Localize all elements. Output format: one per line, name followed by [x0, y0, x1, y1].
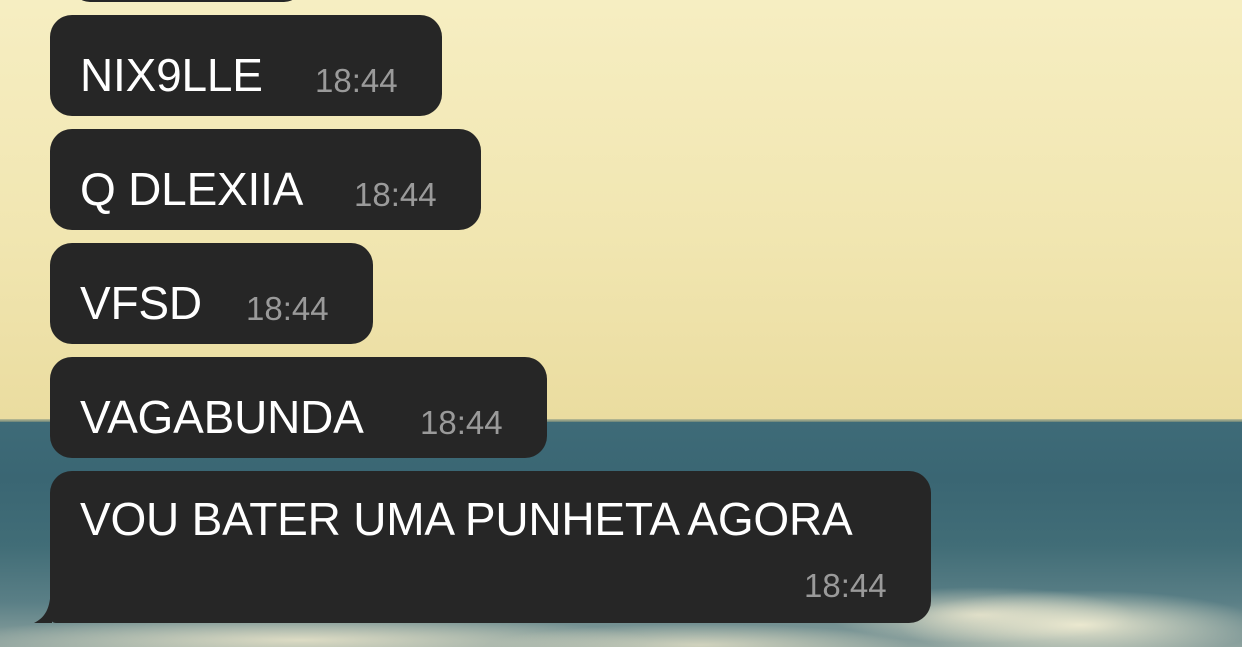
message-timestamp: 18:44 — [804, 567, 887, 604]
message-text: VFSD — [80, 277, 202, 329]
message-bubble[interactable]: NIX9LLE 18:44 — [50, 15, 442, 116]
message-timestamp: 18:44 — [420, 404, 503, 441]
message-timestamp: 18:44 — [354, 176, 437, 213]
message-text: VAGABUNDA — [80, 391, 364, 443]
previous-message-bubble-edge — [72, 0, 302, 2]
message-bubble[interactable]: VOU BATER UMA PUNHETA AGORA 18:44 — [50, 471, 931, 623]
message-text: Q DLEXIIA — [80, 163, 304, 215]
message-bubble[interactable]: Q DLEXIIA 18:44 — [50, 129, 481, 230]
message-bubble[interactable]: VAGABUNDA 18:44 — [50, 357, 547, 458]
message-text: VOU BATER UMA PUNHETA AGORA — [80, 493, 853, 545]
bubble-tail — [34, 585, 52, 623]
message-timestamp: 18:44 — [246, 290, 329, 327]
message-timestamp: 18:44 — [315, 62, 398, 99]
message-bubble[interactable]: VFSD 18:44 — [50, 243, 373, 344]
message-list[interactable]: NIX9LLE 18:44 Q DLEXIIA 18:44 VFSD 18:44… — [0, 0, 1242, 647]
message-text: NIX9LLE — [80, 49, 263, 101]
